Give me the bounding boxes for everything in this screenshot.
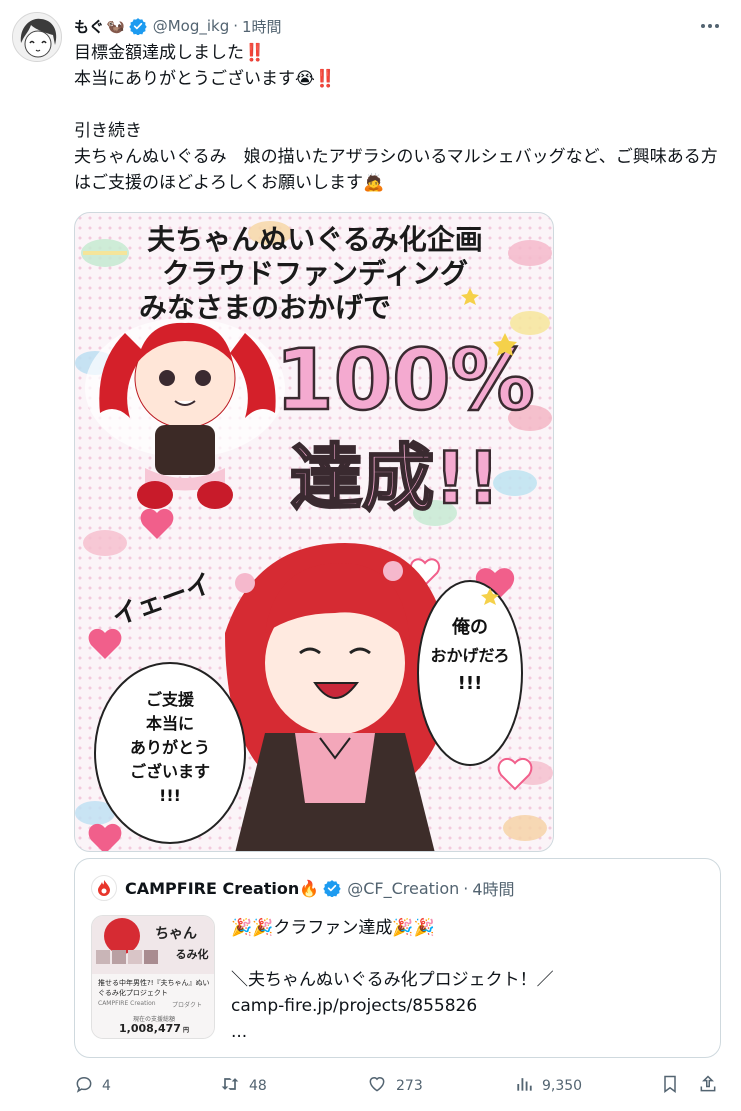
thumbnail-amount: 1,008,477	[119, 1022, 181, 1035]
exclamation-mark: ‼️	[314, 69, 337, 89]
avatar[interactable]	[12, 12, 62, 62]
tweet-line-1: 目標金額達成しました	[74, 43, 244, 63]
quoted-name-emoji: 🔥	[299, 878, 320, 898]
tweet-image[interactable]: 夫ちゃんぬいぐるみ化企画 クラウドファンディング みなさまのおかげで 100% …	[74, 212, 554, 852]
plush-doll-figure	[85, 318, 285, 509]
tweet-header: もぐ 🦦 @Mog_ikg · 1時間	[74, 14, 725, 38]
quoted-thumbnail[interactable]: ちゃん るみ化 推せる中年男性?!『夫ちゃん』ぬいぐるみ化プロジェクト CAMP…	[91, 915, 215, 1039]
campfire-logo-icon[interactable]	[91, 875, 117, 901]
quoted-tweet[interactable]: CAMPFIRE Creation 🔥 @CF_Creation · 4時間 ち…	[74, 858, 721, 1058]
reply-icon	[74, 1074, 102, 1098]
tweet-line-3: 引き続き	[74, 121, 142, 141]
quoted-line-1: 🎉🎉クラファン達成🎉🎉	[231, 918, 435, 938]
tweet-line-4: 夫ちゃんぬいぐるみ 娘の描いたアザラシのいるマルシェバッグなど、ご興味ある方はご…	[74, 147, 718, 193]
thumbnail-tag: プロダクト	[172, 1002, 203, 1009]
svg-text:ありがとう: ありがとう	[130, 738, 210, 757]
svg-text:本当に: 本当に	[146, 714, 194, 733]
action-bar: 4 48 273 9,350	[74, 1072, 724, 1100]
percent-text: 100%	[275, 331, 535, 429]
svg-text:!!!: !!!	[159, 786, 181, 805]
share-icon	[698, 1074, 726, 1098]
quoted-handle[interactable]: @CF_Creation	[347, 879, 459, 898]
quoted-line-2: ＼夫ちゃんぬいぐるみ化プロジェクト！／	[231, 970, 554, 990]
media-heading-2: クラウドファンディング	[162, 257, 468, 290]
bookmark-button[interactable]	[660, 1072, 688, 1100]
verified-badge-icon	[323, 879, 341, 897]
girl-figure	[225, 543, 451, 851]
thumbnail-amount-row: 1,008,477 円	[92, 1022, 214, 1035]
quoted-tweet-header: CAMPFIRE Creation 🔥 @CF_Creation · 4時間	[91, 875, 515, 901]
repost-count: 48	[249, 1078, 267, 1094]
bubble-right-line-1: 俺の	[451, 616, 488, 638]
display-name[interactable]: もぐ	[74, 16, 104, 37]
like-count: 273	[396, 1078, 423, 1094]
thumbnail-title: 推せる中年男性?!『夫ちゃん』ぬいぐるみ化プロジェクト	[98, 979, 210, 997]
quoted-separator: ·	[463, 878, 469, 898]
speech-bubble-left: ご支援 本当に ありがとう ございます !!!	[94, 662, 246, 844]
tweet-text: 目標金額達成しました‼️ 本当にありがとうございます😭‼️ 引き続き 夫ちゃんぬ…	[74, 40, 724, 196]
views-icon	[514, 1074, 542, 1098]
reply-button[interactable]: 4	[74, 1072, 111, 1100]
bubble-right-line-3: !!!	[458, 673, 483, 694]
svg-text:ご支援: ご支援	[146, 690, 195, 709]
share-button[interactable]	[698, 1072, 726, 1100]
svg-text:ございます: ございます	[130, 762, 210, 781]
handle[interactable]: @Mog_ikg	[153, 17, 230, 35]
quoted-text: 🎉🎉クラファン達成🎉🎉 ＼夫ちゃんぬいぐるみ化プロジェクト！／ camp-fir…	[231, 915, 701, 1045]
more-icon[interactable]	[695, 14, 725, 38]
crying-emoji: 😭	[295, 69, 315, 89]
illustration: 夫ちゃんぬいぐるみ化企画 クラウドファンディング みなさまのおかげで 100% …	[75, 221, 553, 851]
views-button[interactable]: 9,350	[514, 1072, 582, 1100]
timestamp[interactable]: 1時間	[242, 16, 282, 37]
repost-icon	[219, 1074, 249, 1098]
quoted-link[interactable]: camp-fire.jp/projects/855826	[231, 993, 701, 1019]
svg-text:ちゃん: ちゃん	[155, 926, 197, 942]
exclamation-mark: ‼️	[244, 43, 266, 63]
verified-badge-icon	[129, 17, 147, 35]
svg-text:るみ化: るみ化	[176, 947, 209, 961]
views-count: 9,350	[542, 1078, 583, 1094]
thumbnail-brand: CAMPFIRE Creation	[98, 1000, 156, 1007]
repost-button[interactable]: 48	[219, 1072, 267, 1100]
thumbnail-unit: 円	[182, 1027, 189, 1034]
quoted-display-name[interactable]: CAMPFIRE Creation	[125, 879, 299, 898]
bowing-emoji: 🙇	[363, 173, 385, 193]
quoted-timestamp[interactable]: 4時間	[472, 876, 514, 900]
media-heading-1: 夫ちゃんぬいぐるみ化企画	[147, 223, 482, 256]
name-emoji: 🦦	[106, 17, 125, 35]
bubble-right-line-2: おかげだろ	[430, 646, 509, 665]
reply-count: 4	[102, 1078, 111, 1094]
tweet-line-2: 本当にありがとうございます	[74, 69, 295, 89]
header-separator: ·	[233, 17, 239, 35]
like-button[interactable]: 273	[366, 1072, 423, 1100]
avatar-drawing	[13, 13, 61, 61]
like-icon	[366, 1074, 396, 1098]
quoted-ellipsis: ...	[231, 1022, 248, 1042]
ie-text: イェーイ	[108, 569, 216, 633]
bookmark-icon	[660, 1074, 688, 1098]
speech-bubble-right: 俺の おかげだろ !!!	[417, 580, 523, 766]
achieved-text: 達成!!	[290, 436, 500, 520]
